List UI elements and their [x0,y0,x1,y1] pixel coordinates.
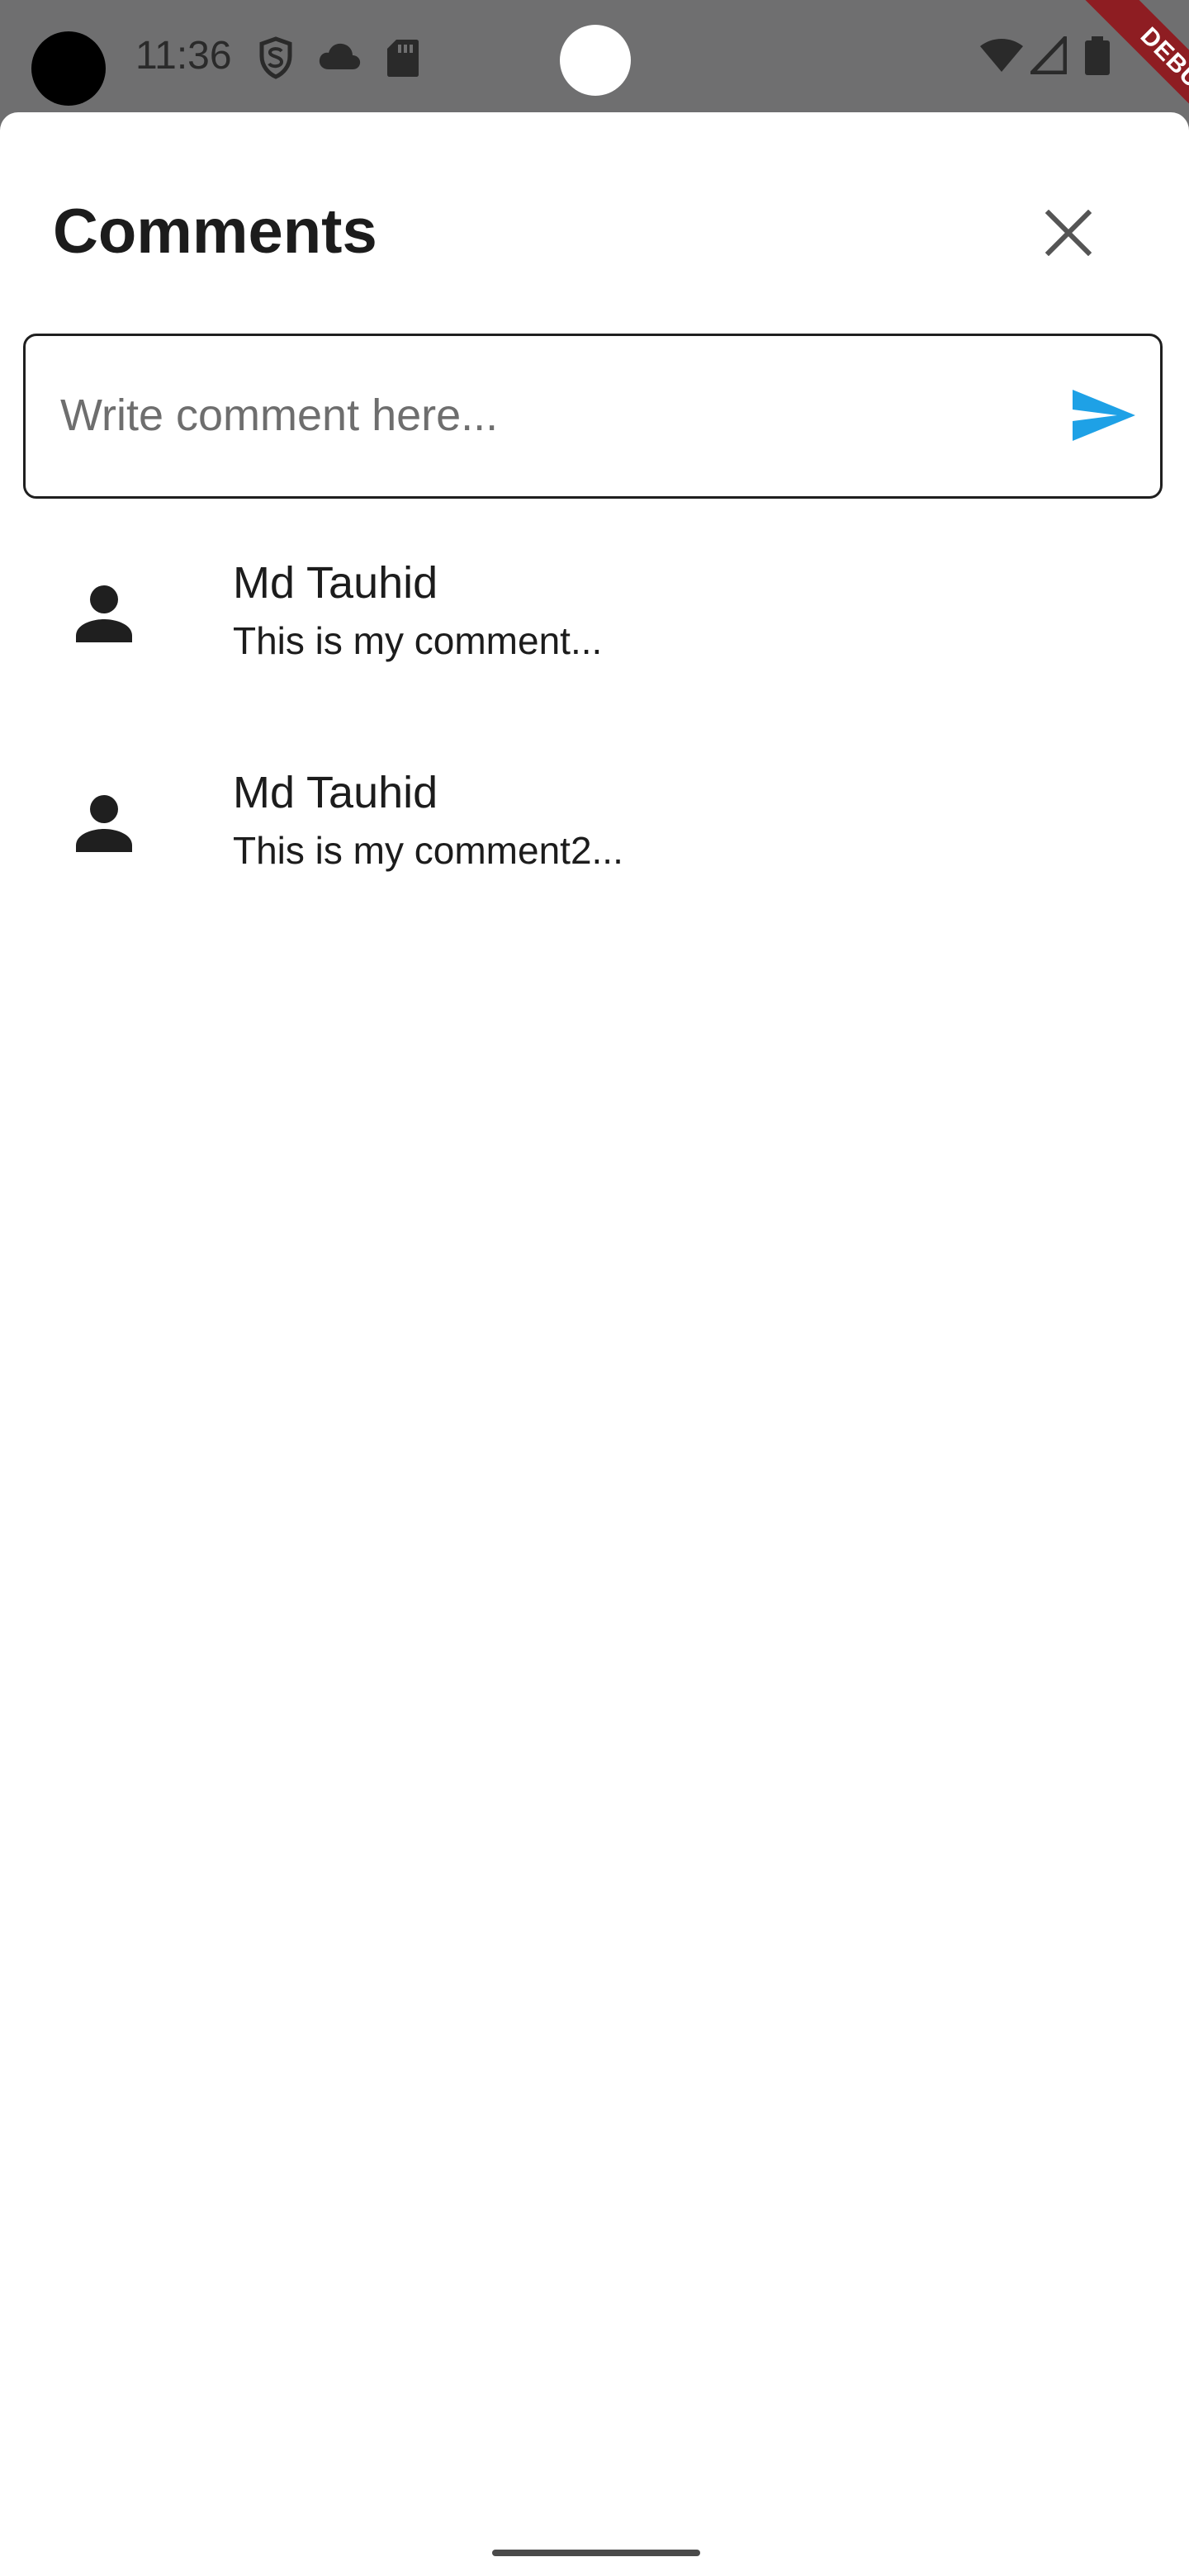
send-button[interactable] [1063,382,1145,452]
comments-sheet: Comments Md Tauhi [0,112,1189,2576]
comment-list: Md Tauhid This is my comment... Md Tauhi… [0,550,1189,969]
comment-author: Md Tauhid [233,558,438,608]
close-icon [1045,209,1092,260]
comment-text: This is my comment2... [233,829,623,872]
sheet-title: Comments [53,197,377,267]
comment-author: Md Tauhid [233,768,438,817]
cloud-icon [317,41,362,71]
person-icon [73,583,135,646]
list-item[interactable]: Md Tauhid This is my comment2... [0,760,1189,969]
shield-s-icon [258,36,294,79]
comment-input[interactable] [59,369,1036,462]
send-icon [1071,388,1137,447]
person-icon [73,793,135,855]
battery-icon [1083,36,1111,76]
sd-card-icon [386,38,419,78]
home-indicator[interactable] [492,2550,700,2556]
signal-icon [1030,36,1067,74]
comment-input-box [23,334,1163,499]
close-button[interactable] [1027,193,1110,276]
front-sensor [560,25,631,96]
camera-cutout [31,31,106,106]
status-time: 11:36 [135,34,232,78]
status-bar: 11:36 [0,0,1189,112]
comment-text: This is my comment... [233,619,603,662]
wifi-icon [979,38,1024,73]
list-item[interactable]: Md Tauhid This is my comment... [0,550,1189,760]
